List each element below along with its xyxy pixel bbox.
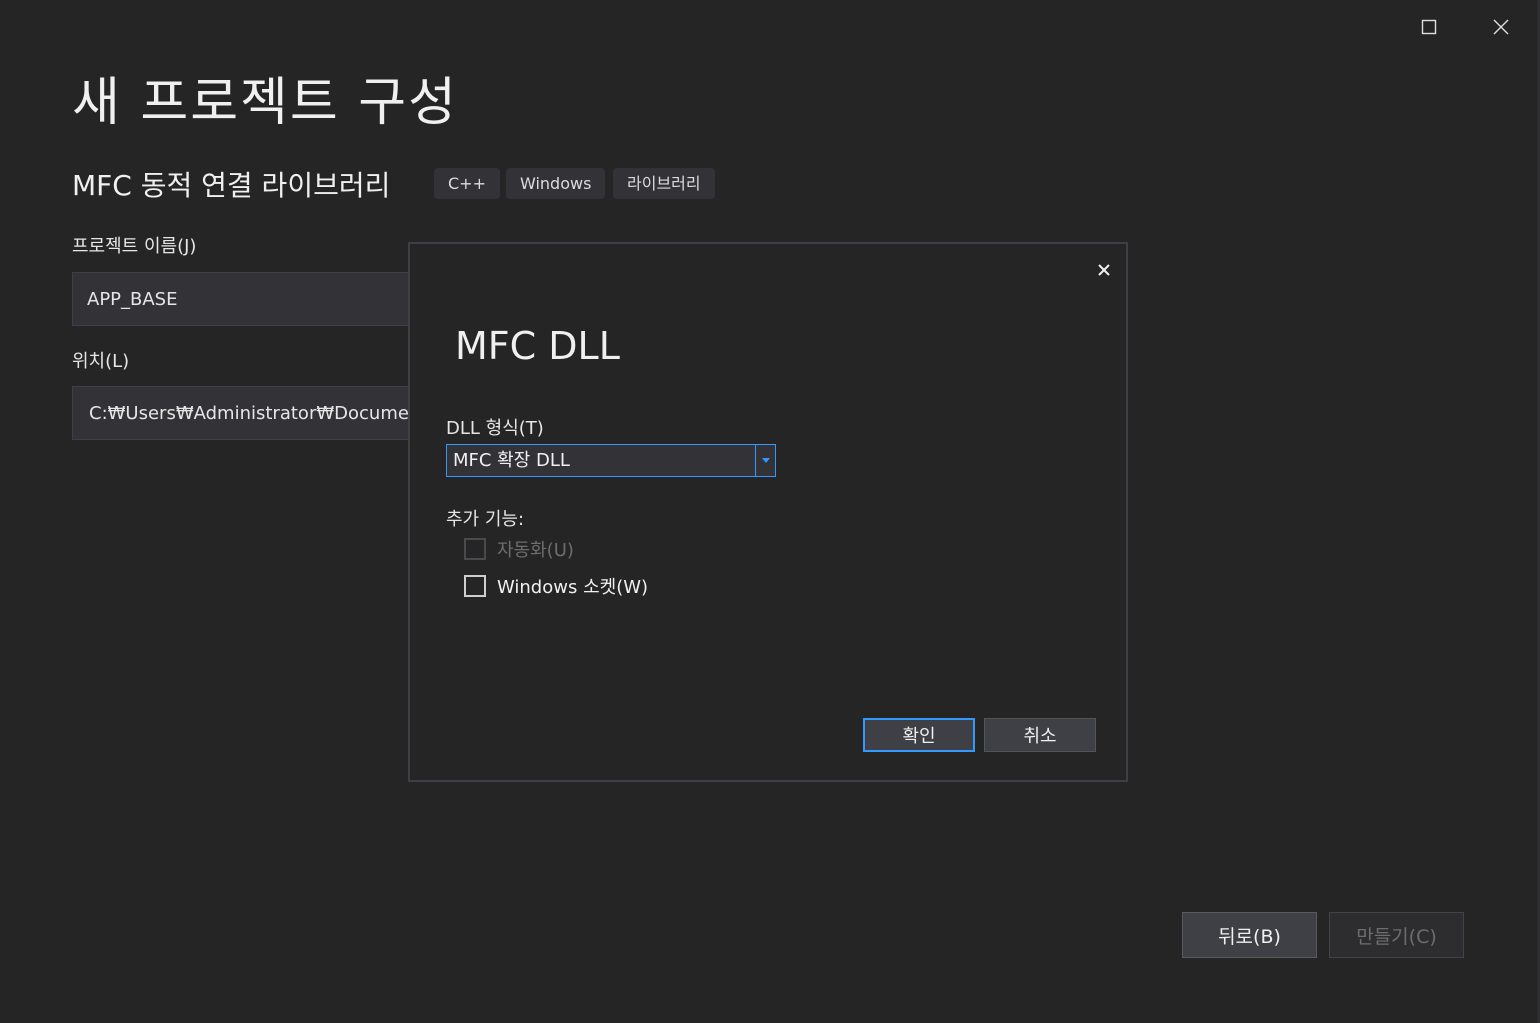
maximize-button[interactable]	[1415, 13, 1443, 41]
tag-library: 라이브러리	[613, 168, 715, 199]
dialog-title: MFC DLL	[455, 324, 620, 368]
page-title: 새 프로젝트 구성	[72, 73, 458, 133]
dll-type-label: DLL 형식(T)	[446, 418, 544, 439]
location-label: 위치(L)	[72, 351, 130, 372]
location-value: C:₩Users₩Administrator₩Documents₩	[89, 402, 412, 424]
windows-sockets-checkbox[interactable]	[464, 575, 486, 597]
windows-sockets-label: Windows 소켓(W)	[497, 577, 649, 598]
close-icon	[1098, 264, 1110, 276]
cancel-button[interactable]: 취소	[984, 718, 1096, 752]
window-close-button[interactable]	[1487, 13, 1515, 41]
project-name-label: 프로젝트 이름(J)	[72, 236, 197, 257]
tag-windows: Windows	[506, 168, 606, 199]
dll-type-select[interactable]: MFC 확장 DLL	[446, 444, 776, 477]
dialog-close-button[interactable]	[1090, 256, 1118, 284]
automation-option[interactable]: 자동화(U)	[464, 536, 574, 562]
project-name-input[interactable]: APP_BASE	[72, 272, 412, 326]
project-name-value: APP_BASE	[87, 288, 178, 310]
automation-checkbox[interactable]	[464, 538, 486, 560]
chevron-down-icon[interactable]	[755, 445, 775, 476]
create-button[interactable]: 만들기(C)	[1329, 912, 1464, 958]
location-input[interactable]: C:₩Users₩Administrator₩Documents₩	[72, 386, 412, 440]
automation-label: 자동화(U)	[497, 540, 574, 561]
features-label: 추가 기능:	[446, 509, 525, 530]
mfc-dll-dialog: MFC DLL DLL 형식(T) MFC 확장 DLL 추가 기능: 자동화(…	[408, 242, 1128, 782]
back-button[interactable]: 뒤로(B)	[1182, 912, 1317, 958]
maximize-icon	[1421, 19, 1437, 35]
dll-type-value: MFC 확장 DLL	[453, 450, 570, 471]
template-name: MFC 동적 연결 라이브러리	[72, 169, 391, 202]
tag-cpp: C++	[434, 168, 500, 199]
ok-button[interactable]: 확인	[863, 718, 975, 752]
close-icon	[1493, 19, 1509, 35]
windows-sockets-option[interactable]: Windows 소켓(W)	[464, 573, 648, 599]
